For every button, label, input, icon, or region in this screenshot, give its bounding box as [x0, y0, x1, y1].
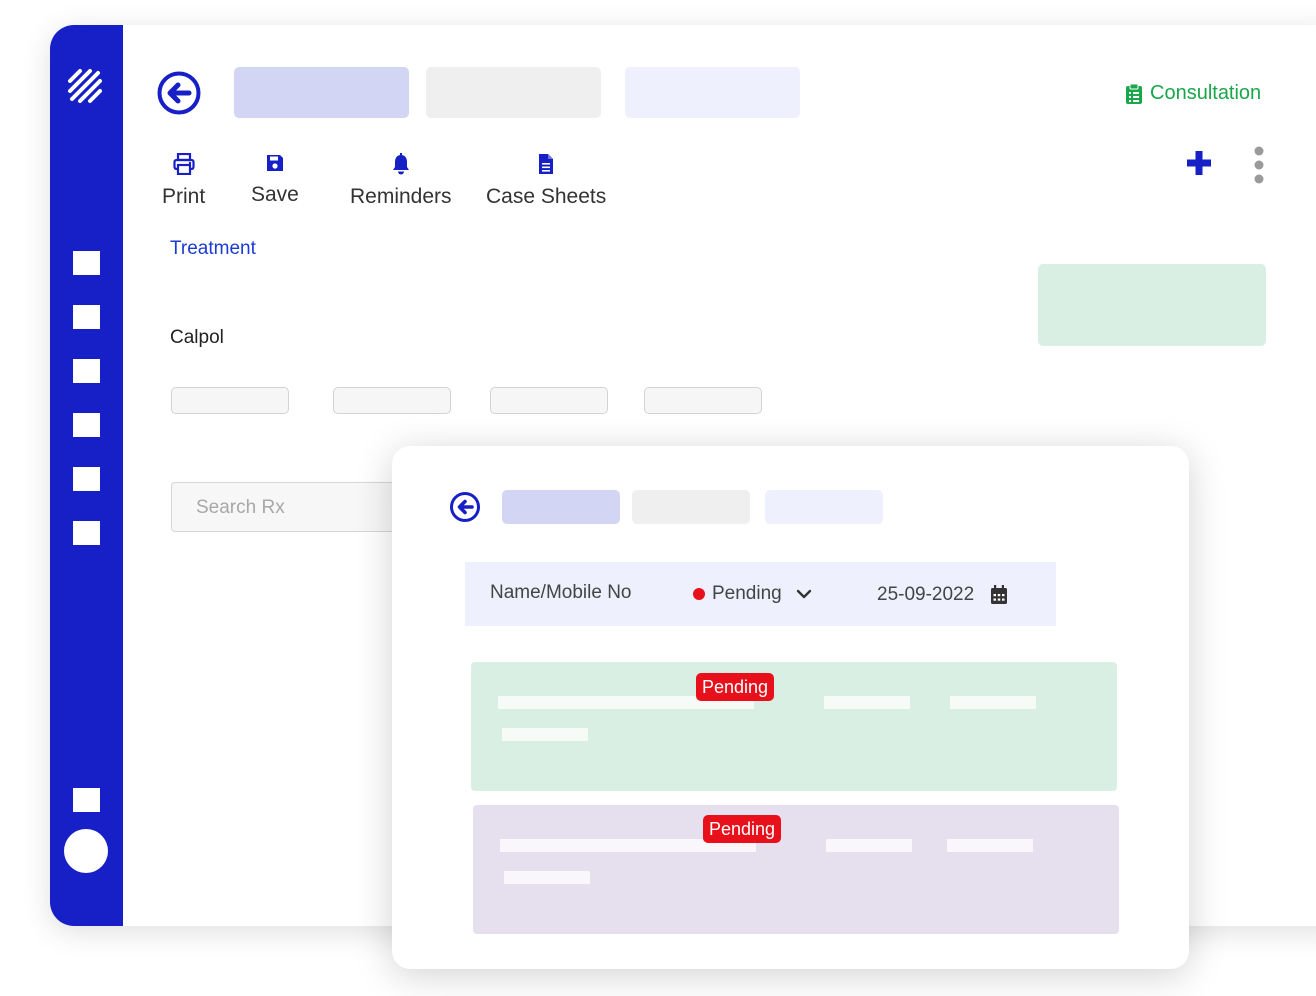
header-tab-2[interactable]	[426, 67, 601, 118]
modal-back-arrow-icon[interactable]	[449, 491, 481, 523]
reminders-button[interactable]: Reminders	[350, 153, 452, 209]
sidebar-item-4[interactable]	[73, 413, 100, 437]
sidebar-item-settings[interactable]	[73, 788, 100, 812]
floppy-disk-icon	[266, 155, 283, 171]
status-badge: Pending	[696, 673, 775, 701]
consultation-link[interactable]: Consultation	[1126, 82, 1261, 105]
header-tab-3[interactable]	[625, 67, 800, 118]
save-button[interactable]: Save	[251, 153, 299, 207]
case-sheets-label: Case Sheets	[486, 185, 607, 208]
filter-bar: Name/Mobile No Pending 25-09-2022	[465, 562, 1056, 626]
chevron-down-icon	[796, 589, 811, 599]
back-arrow-icon[interactable]	[156, 70, 202, 116]
header-tab-1[interactable]	[234, 67, 409, 118]
bell-icon	[392, 153, 409, 175]
dosage-field-1[interactable]	[171, 387, 289, 414]
modal-panel: Name/Mobile No Pending 25-09-2022 Pendin…	[392, 446, 1189, 969]
logo-icon[interactable]	[64, 65, 108, 109]
name-mobile-filter[interactable]: Name/Mobile No	[490, 582, 632, 604]
sidebar-item-5[interactable]	[73, 467, 100, 491]
date-picker[interactable]: 25-09-2022	[877, 584, 1008, 606]
sidebar-item-6[interactable]	[73, 521, 100, 545]
card-1-line-3	[950, 696, 1036, 709]
card-1-line-2	[824, 696, 910, 709]
printer-icon	[172, 153, 195, 175]
status-badge: Pending	[703, 815, 782, 843]
card-2-line-4	[504, 871, 590, 884]
summary-card	[1038, 264, 1266, 346]
card-2-line-3	[947, 839, 1033, 852]
modal-tab-3[interactable]	[765, 490, 883, 524]
dosage-field-2[interactable]	[333, 387, 451, 414]
appointment-card-1[interactable]: Pending	[471, 662, 1117, 791]
sidebar	[50, 25, 123, 926]
document-icon	[539, 154, 554, 174]
consultation-label: Consultation	[1150, 82, 1262, 104]
status-dropdown[interactable]: Pending	[693, 583, 812, 605]
sidebar-item-3[interactable]	[73, 359, 100, 383]
more-options-icon[interactable]	[1250, 144, 1268, 186]
plus-icon[interactable]	[1187, 151, 1211, 175]
status-dot	[693, 588, 705, 600]
dosage-field-3[interactable]	[490, 387, 608, 414]
reminders-label: Reminders	[350, 185, 452, 208]
treatment-link[interactable]: Treatment	[170, 238, 256, 260]
medicine-name: Calpol	[170, 327, 224, 348]
case-sheets-button[interactable]: Case Sheets	[486, 153, 606, 209]
save-label: Save	[251, 183, 299, 206]
avatar[interactable]	[64, 829, 108, 873]
print-label: Print	[162, 185, 206, 208]
modal-tab-1[interactable]	[502, 490, 620, 524]
calendar-icon	[991, 585, 1008, 604]
sidebar-item-2[interactable]	[73, 305, 100, 329]
clipboard-icon	[1126, 83, 1142, 104]
print-button[interactable]: Print	[162, 153, 205, 209]
sidebar-item-1[interactable]	[73, 251, 100, 275]
appointment-card-2[interactable]: Pending	[473, 805, 1119, 934]
card-1-line-4	[502, 728, 588, 741]
dosage-field-4[interactable]	[644, 387, 762, 414]
status-value: Pending	[712, 583, 782, 604]
date-value: 25-09-2022	[877, 584, 975, 605]
modal-tab-2[interactable]	[632, 490, 750, 524]
card-2-line-2	[826, 839, 912, 852]
